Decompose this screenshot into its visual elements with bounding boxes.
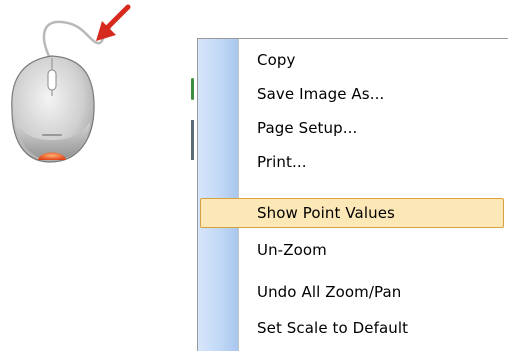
menu-item-page-setup[interactable]: Page Setup... xyxy=(198,112,508,144)
menu-item-un-zoom[interactable]: Un-Zoom xyxy=(198,234,508,266)
menu-item-label: Show Point Values xyxy=(257,204,395,222)
menu-item-label: Print... xyxy=(257,153,307,171)
menu-item-set-scale-to-default[interactable]: Set Scale to Default xyxy=(198,312,508,344)
menu-item-label: Un-Zoom xyxy=(257,241,327,259)
underlying-window-edge xyxy=(191,120,194,160)
menu-item-label: Save Image As... xyxy=(257,85,385,103)
menu-item-save-image-as[interactable]: Save Image As... xyxy=(198,78,508,110)
menu-item-label: Copy xyxy=(257,51,296,69)
menu-item-show-point-values[interactable]: Show Point Values xyxy=(198,197,508,229)
menu-item-label: Page Setup... xyxy=(257,119,358,137)
context-menu: Copy Save Image As... Page Setup... Prin… xyxy=(197,38,508,351)
computer-mouse-icon xyxy=(11,4,131,163)
menu-item-label: Undo All Zoom/Pan xyxy=(257,283,402,301)
screenshot-canvas: Copy Save Image As... Page Setup... Prin… xyxy=(0,0,508,351)
pointer-arrow-icon xyxy=(96,4,131,41)
menu-item-label: Set Scale to Default xyxy=(257,319,409,337)
menu-item-copy[interactable]: Copy xyxy=(198,44,508,76)
menu-item-undo-all-zoom-pan[interactable]: Undo All Zoom/Pan xyxy=(198,276,508,308)
underlying-window-edge xyxy=(191,78,194,100)
menu-item-print[interactable]: Print... xyxy=(198,146,508,178)
